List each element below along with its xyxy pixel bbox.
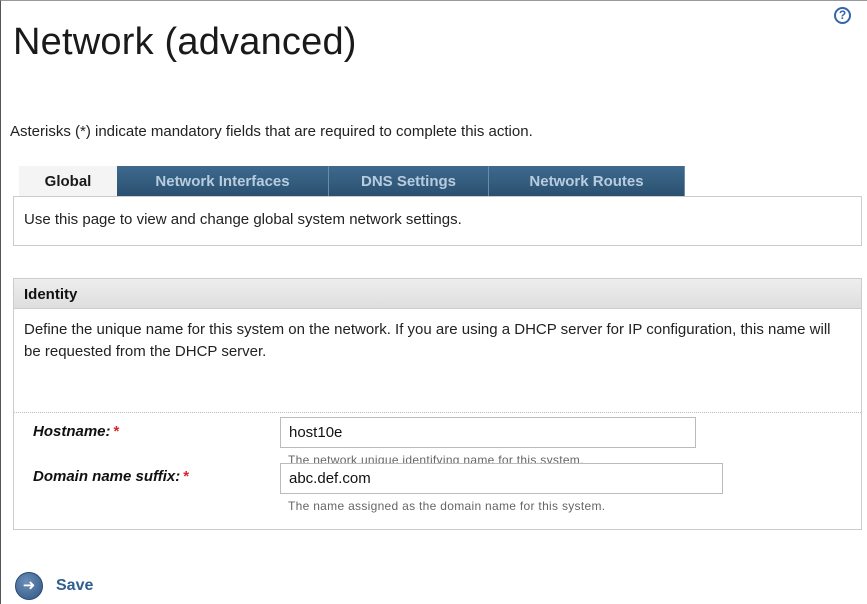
global-tab-panel: Use this page to view and change global … (13, 196, 862, 246)
page-title: Network (advanced) (13, 21, 357, 63)
hostname-required-mark: * (113, 423, 120, 440)
tab-dns-settings[interactable]: DNS Settings (329, 166, 489, 196)
domain-suffix-label-text: Domain name suffix: (33, 468, 181, 485)
identity-section: Identity Define the unique name for this… (13, 278, 862, 530)
domain-suffix-required-mark: * (183, 468, 190, 485)
hostname-label: Hostname: * (33, 423, 119, 440)
tab-dns-settings-label: DNS Settings (360, 172, 456, 190)
hostname-input[interactable] (280, 417, 696, 448)
tab-global-label: Global (44, 172, 92, 190)
tab-network-interfaces[interactable]: Network Interfaces (117, 166, 329, 196)
save-button[interactable]: ➜ Save (15, 571, 93, 601)
save-label[interactable]: Save (56, 577, 93, 595)
tab-network-routes[interactable]: Network Routes (489, 166, 685, 196)
tab-bar: Global Network Interfaces DNS Settings N… (19, 166, 685, 196)
domain-suffix-hint: The name assigned as the domain name for… (288, 499, 606, 513)
domain-suffix-label: Domain name suffix: * (33, 468, 189, 485)
tab-global[interactable]: Global (19, 166, 117, 196)
domain-suffix-input[interactable] (280, 463, 723, 494)
mandatory-note: Asterisks (*) indicate mandatory fields … (10, 123, 533, 140)
identity-description: Define the unique name for this system o… (14, 309, 861, 413)
tab-network-interfaces-label: Network Interfaces (155, 172, 290, 190)
page-frame: ? Network (advanced) Asterisks (*) indic… (0, 0, 867, 604)
identity-header: Identity (14, 279, 861, 309)
global-panel-description: Use this page to view and change global … (24, 211, 462, 228)
help-icon[interactable]: ? (834, 7, 851, 24)
hostname-label-text: Hostname: (33, 423, 111, 440)
tab-network-routes-label: Network Routes (529, 172, 644, 190)
arrow-right-circle-icon[interactable]: ➜ (15, 572, 43, 600)
